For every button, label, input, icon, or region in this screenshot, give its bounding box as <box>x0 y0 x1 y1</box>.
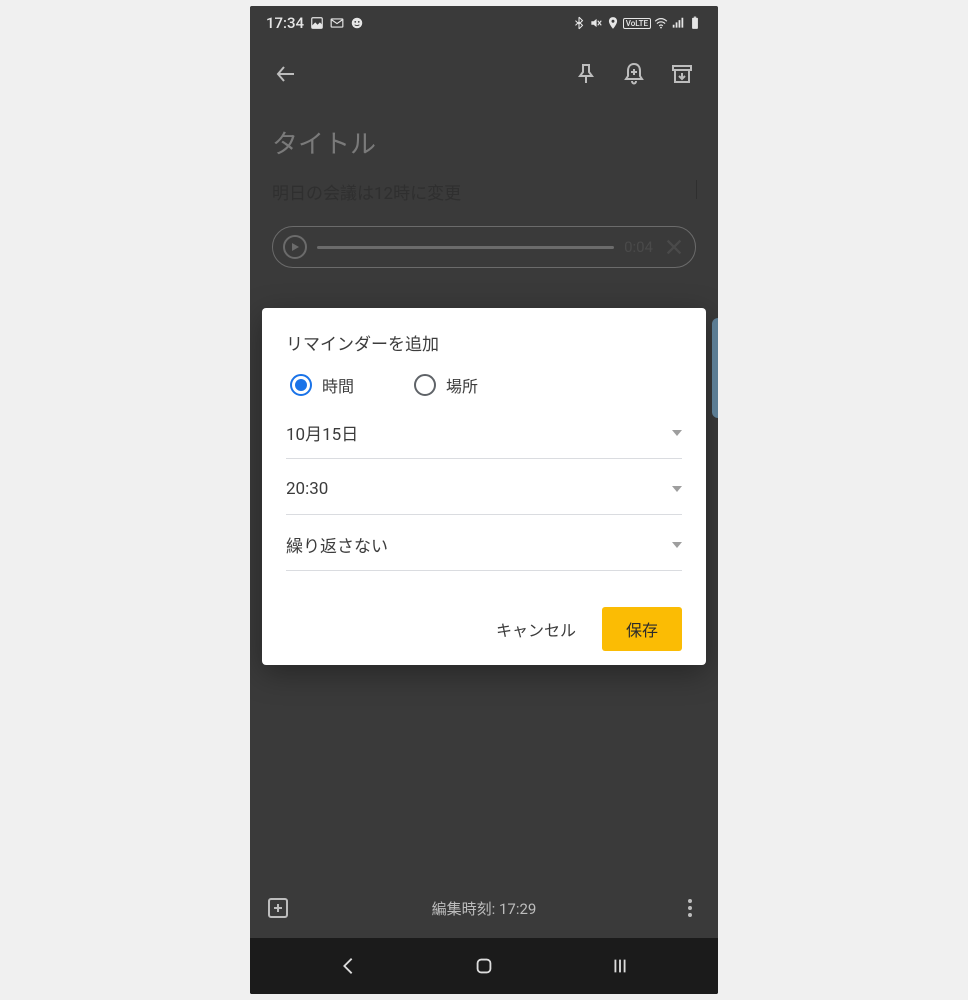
chevron-down-icon <box>672 486 682 492</box>
time-dropdown[interactable]: 20:30 <box>286 463 682 515</box>
radio-place-label: 場所 <box>446 373 478 397</box>
repeat-dropdown[interactable]: 繰り返さない <box>286 519 682 571</box>
repeat-value: 繰り返さない <box>286 532 672 557</box>
date-value: 10月15日 <box>286 420 672 445</box>
edge-panel-handle[interactable] <box>712 318 718 418</box>
cancel-button[interactable]: キャンセル <box>482 607 590 651</box>
date-dropdown[interactable]: 10月15日 <box>286 407 682 459</box>
radio-dot-selected-icon <box>290 374 312 396</box>
chevron-down-icon <box>672 542 682 548</box>
radio-dot-unselected-icon <box>414 374 436 396</box>
phone-frame: 17:34 VoLTE タイトル 明日の会議は12時に変更 <box>250 6 718 994</box>
radio-place[interactable]: 場所 <box>414 373 478 397</box>
radio-time-label: 時間 <box>322 373 354 397</box>
reminder-type-radios: 時間 場所 <box>286 373 682 397</box>
save-button[interactable]: 保存 <box>602 607 682 651</box>
time-value: 20:30 <box>286 479 672 499</box>
chevron-down-icon <box>672 430 682 436</box>
dialog-actions: キャンセル 保存 <box>286 607 682 651</box>
dialog-title: リマインダーを追加 <box>286 330 682 355</box>
radio-time[interactable]: 時間 <box>290 373 354 397</box>
add-reminder-dialog: リマインダーを追加 時間 場所 10月15日 20:30 繰り返さない キャンセ… <box>262 308 706 665</box>
